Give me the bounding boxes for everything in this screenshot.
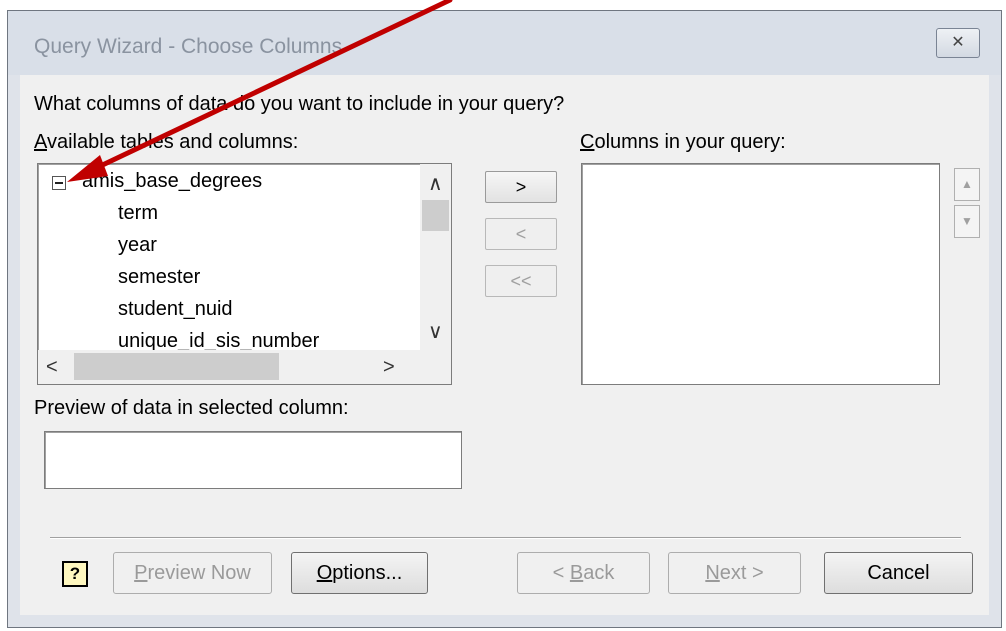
- annotation-arrow-icon: [67, 0, 453, 182]
- annotation-arrow-shaft: [89, 0, 453, 173]
- annotation-arrow-head: [67, 155, 108, 182]
